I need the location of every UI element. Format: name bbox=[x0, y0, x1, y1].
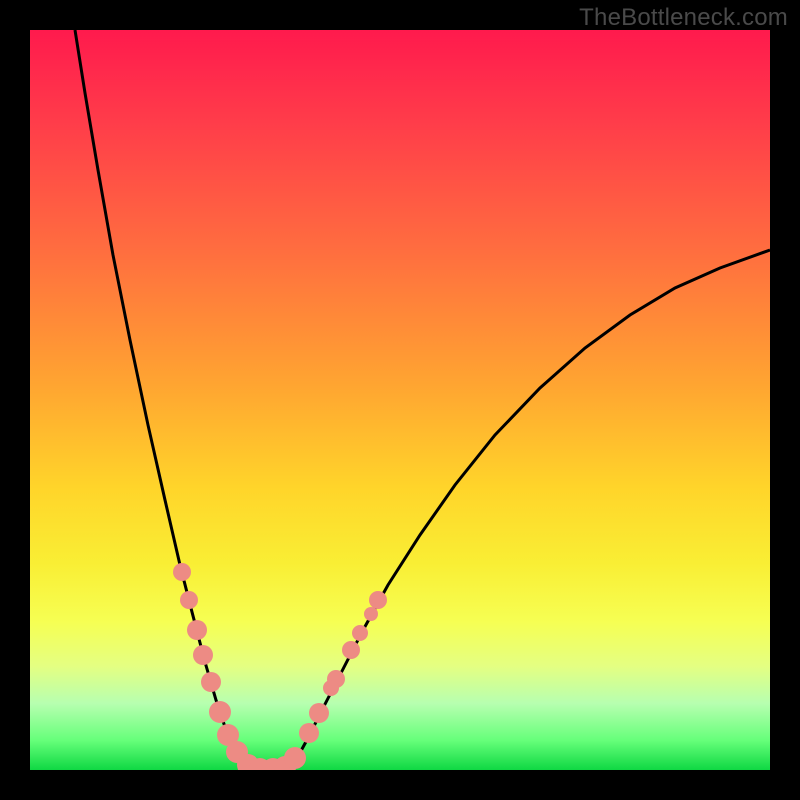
marker-dot bbox=[364, 607, 378, 621]
series-right-branch bbox=[288, 250, 770, 770]
series-left-branch bbox=[75, 30, 252, 770]
marker-dot bbox=[209, 701, 231, 723]
chart-svg bbox=[30, 30, 770, 770]
series-lines bbox=[75, 30, 770, 770]
outer-frame: TheBottleneck.com bbox=[0, 0, 800, 800]
marker-dot bbox=[180, 591, 198, 609]
marker-dot bbox=[193, 645, 213, 665]
marker-dot bbox=[173, 563, 191, 581]
marker-dot bbox=[187, 620, 207, 640]
marker-dot bbox=[352, 625, 368, 641]
marker-dot bbox=[201, 672, 221, 692]
marker-dot bbox=[284, 747, 306, 769]
plot-area bbox=[30, 30, 770, 770]
marker-dot bbox=[369, 591, 387, 609]
watermark-text: TheBottleneck.com bbox=[579, 4, 788, 32]
marker-dot bbox=[342, 641, 360, 659]
marker-dot bbox=[323, 680, 339, 696]
marker-dot bbox=[299, 723, 319, 743]
marker-dot bbox=[309, 703, 329, 723]
